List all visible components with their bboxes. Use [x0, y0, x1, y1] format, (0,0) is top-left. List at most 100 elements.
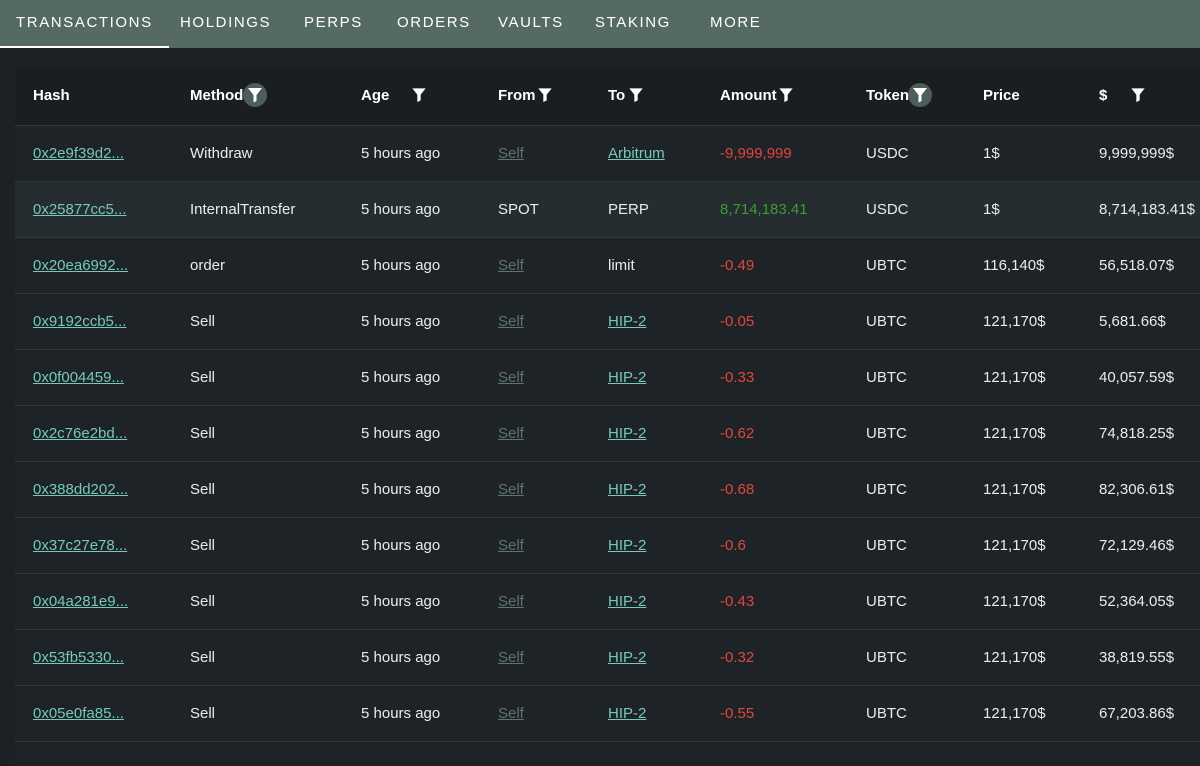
tab-more[interactable]: MORE — [710, 0, 761, 48]
tab-staking[interactable]: STAKING — [595, 0, 671, 48]
method-cell: Sell — [190, 369, 216, 386]
amount-cell: -0.68 — [720, 481, 755, 498]
age-cell: 5 hours ago — [361, 593, 441, 610]
from-cell[interactable]: Self — [498, 630, 524, 685]
token-cell: UBTC — [866, 705, 907, 722]
tx-hash-link[interactable]: 0x04a281e9... — [33, 574, 128, 629]
tx-hash-link[interactable]: 0x25877cc5... — [33, 182, 126, 237]
price-cell: 1$ — [983, 145, 1000, 162]
price-cell: 1$ — [983, 201, 1000, 218]
age-cell: 5 hours ago — [361, 481, 441, 498]
from-cell: SPOT — [498, 201, 539, 218]
token-cell: UBTC — [866, 593, 907, 610]
from-cell[interactable]: Self — [498, 350, 524, 405]
table-header: Hash Method Age From To Amount Token Pri… — [15, 66, 1200, 126]
usd-value-cell: 9,999,999$ — [1099, 145, 1175, 162]
token-cell: UBTC — [866, 369, 907, 386]
tab-perps[interactable]: PERPS — [304, 0, 363, 48]
column-header-age: Age — [361, 87, 390, 104]
to-cell[interactable]: HIP-2 — [608, 630, 646, 685]
from-filter-icon[interactable] — [535, 85, 555, 105]
price-cell: 121,170$ — [983, 425, 1046, 442]
column-header-hash: Hash — [33, 87, 70, 104]
tab-orders[interactable]: ORDERS — [397, 0, 471, 48]
usd-value-cell: 5,681.66$ — [1099, 313, 1166, 330]
tab-holdings[interactable]: HOLDINGS — [180, 0, 271, 48]
usd-value-cell: 40,057.59$ — [1099, 369, 1175, 386]
age-cell: 5 hours ago — [361, 537, 441, 554]
to-cell[interactable]: HIP-2 — [608, 574, 646, 629]
tab-vaults[interactable]: VAULTS — [498, 0, 564, 48]
age-cell: 5 hours ago — [361, 257, 441, 274]
to-cell[interactable]: HIP-2 — [608, 686, 646, 741]
usd-value-cell: 74,818.25$ — [1099, 425, 1175, 442]
token-cell: UBTC — [866, 537, 907, 554]
to-cell[interactable]: HIP-2 — [608, 350, 646, 405]
tx-hash-link[interactable]: 0x2e9f39d2... — [33, 126, 124, 181]
method-cell: InternalTransfer — [190, 201, 296, 218]
amount-filter-icon[interactable] — [776, 85, 796, 105]
method-cell: Sell — [190, 705, 216, 722]
table-row: 0x37c27e78... Sell 5 hours ago Self HIP-2 -0.… — [15, 518, 1200, 574]
age-cell: 5 hours ago — [361, 201, 441, 218]
table-row: 0x04a281e9... Sell 5 hours ago Self HIP-2 -0.… — [15, 574, 1200, 630]
usd-value-cell: 38,819.55$ — [1099, 649, 1175, 666]
age-cell: 5 hours ago — [361, 425, 441, 442]
table-row: 0x25877cc5... InternalTransfer 5 hours ago… — [15, 182, 1200, 238]
table-row: 0x388dd202... Sell 5 hours ago Self HIP-2 -0.… — [15, 462, 1200, 518]
age-cell: 5 hours ago — [361, 649, 441, 666]
from-cell[interactable]: Self — [498, 574, 524, 629]
from-cell[interactable]: Self — [498, 294, 524, 349]
to-filter-icon[interactable] — [626, 85, 646, 105]
age-cell: 5 hours ago — [361, 369, 441, 386]
usd-value-cell: 67,203.86$ — [1099, 705, 1175, 722]
to-cell[interactable]: Arbitrum — [608, 126, 665, 181]
column-header-method: Method — [190, 87, 244, 104]
age-filter-icon[interactable] — [409, 85, 429, 105]
from-cell[interactable]: Self — [498, 238, 524, 293]
price-cell: 121,170$ — [983, 369, 1046, 386]
amount-cell: -0.6 — [720, 537, 746, 554]
usd-value-cell: 82,306.61$ — [1099, 481, 1175, 498]
amount-cell: -0.33 — [720, 369, 755, 386]
token-cell: USDC — [866, 145, 909, 162]
tx-hash-link[interactable]: 0x9192ccb5... — [33, 294, 126, 349]
from-cell[interactable]: Self — [498, 406, 524, 461]
method-cell: Sell — [190, 425, 216, 442]
tx-hash-link[interactable]: 0x20ea6992... — [33, 238, 128, 293]
from-cell[interactable]: Self — [498, 126, 524, 181]
token-filter-icon[interactable] — [908, 83, 932, 107]
method-filter-icon[interactable] — [243, 83, 267, 107]
column-header-from: From — [498, 87, 536, 104]
tx-hash-link[interactable]: 0x0f004459... — [33, 350, 124, 405]
price-cell: 121,170$ — [983, 481, 1046, 498]
tx-hash-link[interactable]: 0x2c76e2bd... — [33, 406, 127, 461]
tx-hash-link[interactable]: 0x37c27e78... — [33, 518, 127, 573]
table-row: 0x53fb5330... Sell 5 hours ago Self HIP-2 -0.… — [15, 630, 1200, 686]
tab-transactions[interactable]: TRANSACTIONS — [0, 0, 169, 48]
token-cell: UBTC — [866, 313, 907, 330]
tx-hash-link[interactable]: 0x05e0fa85... — [33, 686, 124, 741]
to-cell[interactable]: HIP-2 — [608, 518, 646, 573]
usd-filter-icon[interactable] — [1128, 85, 1148, 105]
token-cell: UBTC — [866, 425, 907, 442]
column-header-usd: $ — [1099, 87, 1108, 104]
tx-hash-link[interactable]: 0x388dd202... — [33, 462, 128, 517]
from-cell[interactable]: Self — [498, 462, 524, 517]
to-cell: limit — [608, 257, 635, 274]
amount-cell: 8,714,183.41 — [720, 201, 808, 218]
usd-value-cell: 8,714,183.41$ — [1099, 201, 1195, 218]
to-cell[interactable]: HIP-2 — [608, 462, 646, 517]
table-row: 0x9192ccb5... Sell 5 hours ago Self HIP-2 -0.… — [15, 294, 1200, 350]
token-cell: UBTC — [866, 481, 907, 498]
from-cell[interactable]: Self — [498, 686, 524, 741]
from-cell[interactable]: Self — [498, 518, 524, 573]
amount-cell: -9,999,999 — [720, 145, 792, 162]
tx-hash-link[interactable]: 0x53fb5330... — [33, 630, 124, 685]
to-cell[interactable]: HIP-2 — [608, 294, 646, 349]
to-cell[interactable]: HIP-2 — [608, 406, 646, 461]
method-cell: Sell — [190, 649, 216, 666]
transactions-table: Hash Method Age From To Amount Token Pri… — [15, 66, 1200, 766]
method-cell: Sell — [190, 481, 216, 498]
amount-cell: -0.43 — [720, 593, 755, 610]
